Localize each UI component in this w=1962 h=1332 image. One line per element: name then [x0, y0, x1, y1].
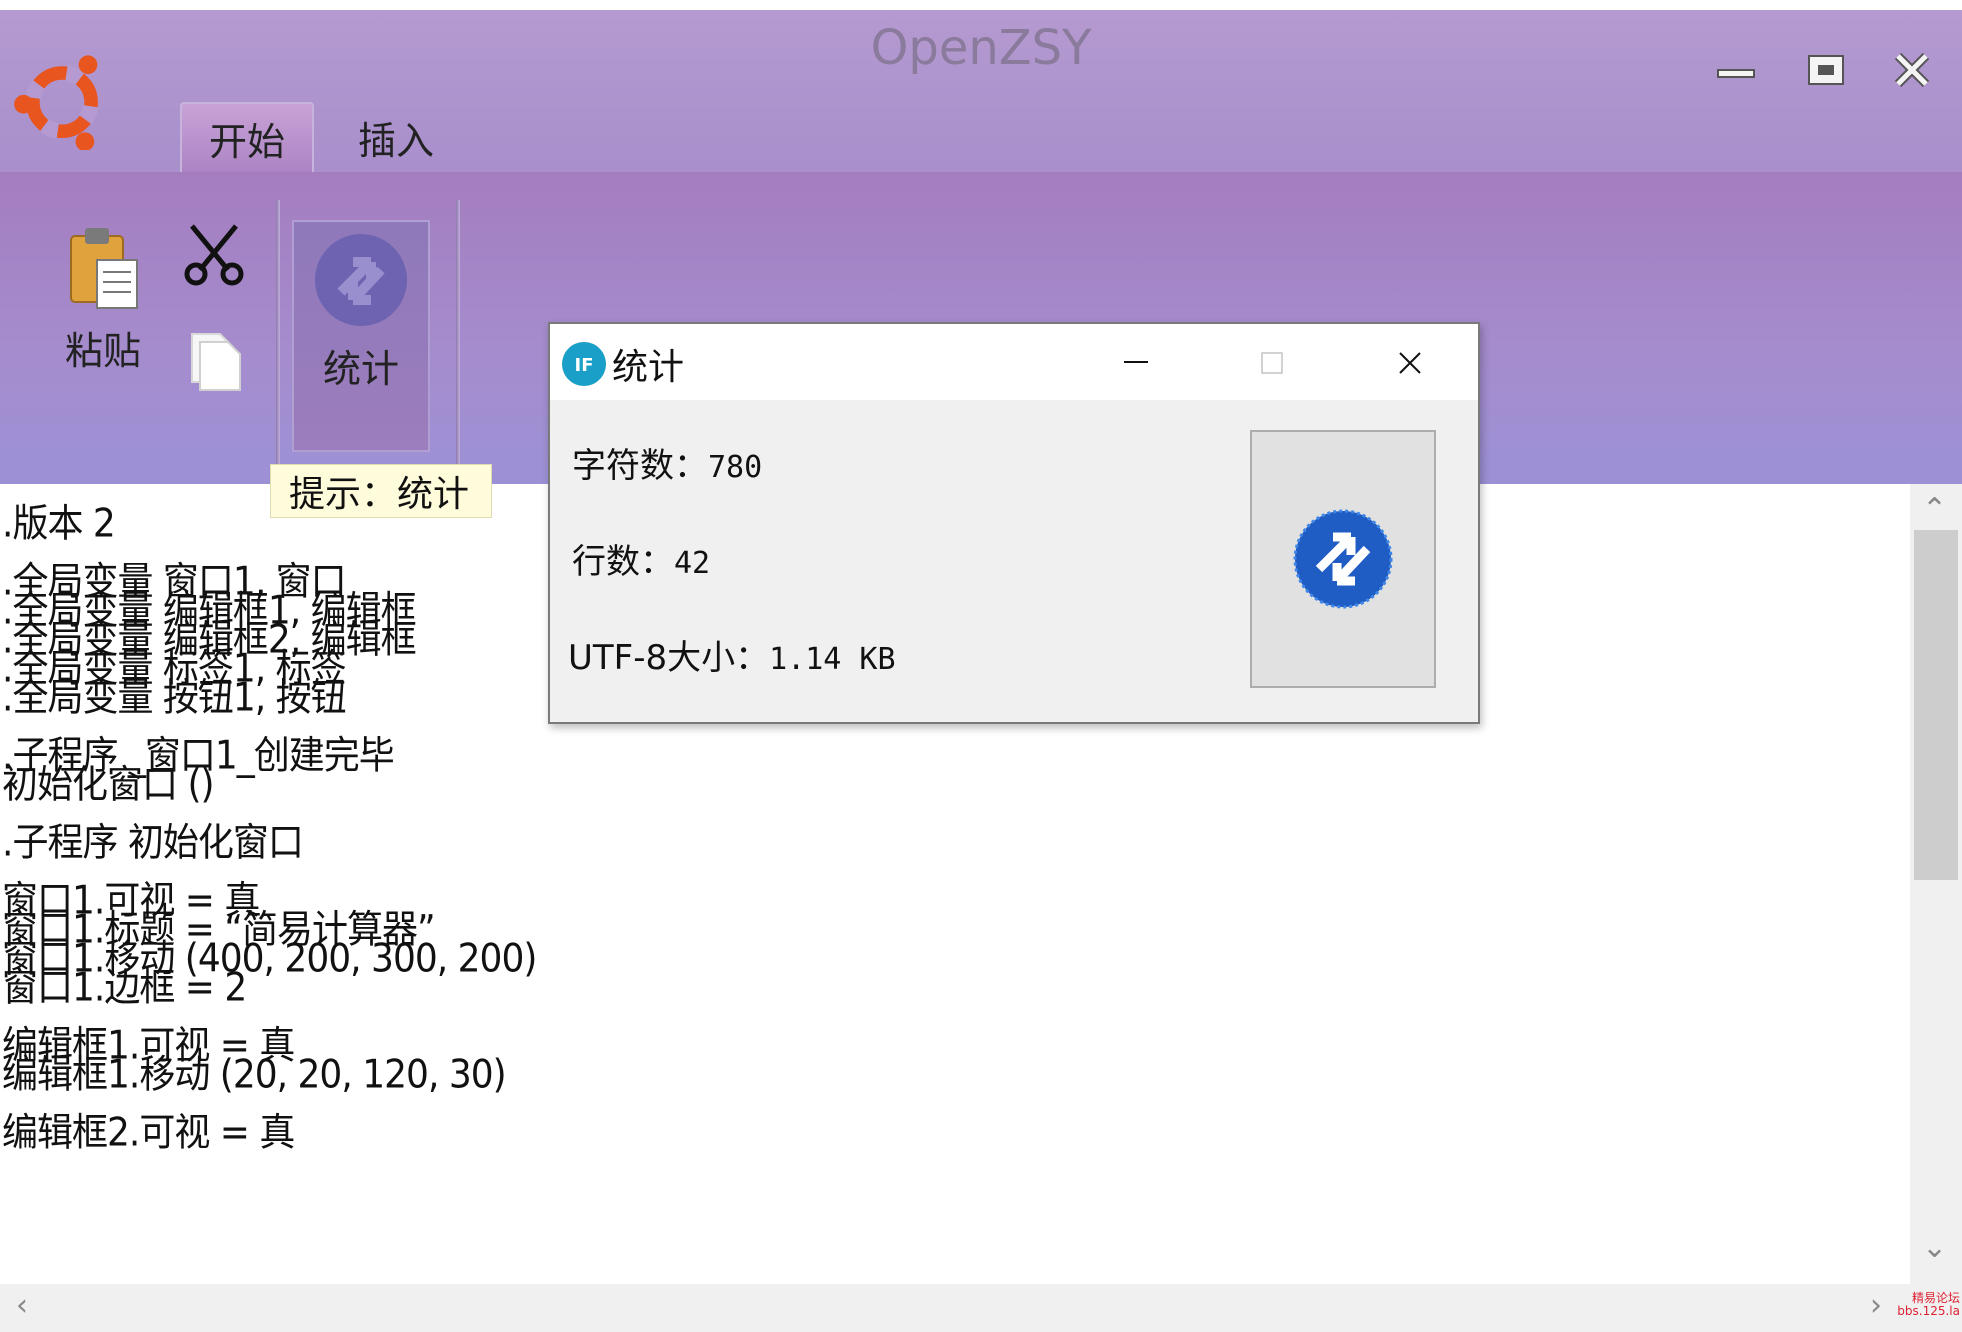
- line-count-row: 行数：42: [572, 542, 711, 582]
- minimize-button[interactable]: [1706, 40, 1766, 100]
- window-title: OpenZSY: [870, 20, 1092, 76]
- code-line: .全局变量 按钮1, 按钮: [2, 675, 347, 720]
- statistics-arrows-icon: [315, 234, 407, 326]
- dialog-title: 统计: [612, 347, 685, 388]
- cut-scissors-icon[interactable]: [182, 222, 246, 286]
- maximize-icon: [1261, 352, 1283, 374]
- svg-text:IF: IF: [575, 355, 594, 376]
- minimize-icon: [1717, 69, 1755, 78]
- scroll-right-icon[interactable]: ›: [1870, 1288, 1882, 1323]
- copy-icon[interactable]: [186, 332, 246, 392]
- maximize-button[interactable]: [1796, 40, 1856, 100]
- close-icon: [1399, 352, 1421, 374]
- scroll-up-icon[interactable]: ⌃: [1922, 492, 1947, 527]
- tab-start[interactable]: 开始: [180, 102, 314, 172]
- recount-button[interactable]: [1250, 430, 1436, 688]
- vertical-scroll-thumb[interactable]: [1914, 530, 1958, 880]
- paste-label: 粘贴: [64, 329, 141, 373]
- char-count-value: 780: [708, 450, 763, 485]
- tooltip: 提示：统计: [270, 464, 492, 518]
- code-line: 初始化窗口 (): [2, 762, 215, 807]
- paste-button[interactable]: 粘贴: [48, 224, 158, 375]
- utf8-size-row: UTF-8大小：1.14 KB: [568, 638, 896, 678]
- dialog-maximize-button[interactable]: [1242, 338, 1302, 388]
- tab-insert[interactable]: 插入: [334, 102, 458, 172]
- statistics-dialog: IF 统计 字符数：780 行数：42 UTF-8大小：1.14 KB: [548, 322, 1480, 724]
- dialog-minimize-button[interactable]: [1106, 338, 1166, 388]
- title-bar: OpenZSY 开始 插入: [0, 10, 1962, 172]
- clipboard-icon: [70, 228, 138, 309]
- maximize-icon: [1808, 55, 1844, 85]
- ribbon-separator: [456, 200, 460, 490]
- statistics-button[interactable]: 统计: [292, 220, 430, 452]
- ribbon-separator: [276, 200, 280, 490]
- dialog-close-button[interactable]: [1380, 338, 1440, 388]
- line-count-value: 42: [674, 546, 711, 581]
- code-line: .子程序 初始化窗口: [2, 820, 304, 865]
- close-icon: [1894, 52, 1930, 88]
- watermark-logo: 精易论坛 bbs.125.la: [1897, 1291, 1960, 1318]
- code-line: 编辑框2.可视 = 真: [2, 1110, 295, 1155]
- utf8-size-value: 1.14 KB: [769, 642, 896, 677]
- scroll-left-icon[interactable]: ‹: [16, 1288, 28, 1323]
- app-logo-icon: IF: [562, 342, 606, 386]
- refresh-arrows-icon: [1293, 509, 1393, 609]
- horizontal-scrollbar[interactable]: ‹ ›: [0, 1284, 1962, 1332]
- statistics-label: 统计: [322, 347, 399, 391]
- minimize-icon: [1124, 361, 1148, 363]
- code-line: 窗口1.边框 = 2: [2, 965, 247, 1010]
- code-line: 编辑框1.移动 (20, 20, 120, 30): [2, 1052, 507, 1097]
- close-button[interactable]: [1882, 40, 1942, 100]
- char-count-row: 字符数：780: [572, 446, 763, 486]
- dialog-title-bar: IF 统计: [550, 324, 1478, 400]
- scroll-down-icon[interactable]: ⌄: [1922, 1230, 1947, 1265]
- code-line: .版本 2: [2, 501, 116, 546]
